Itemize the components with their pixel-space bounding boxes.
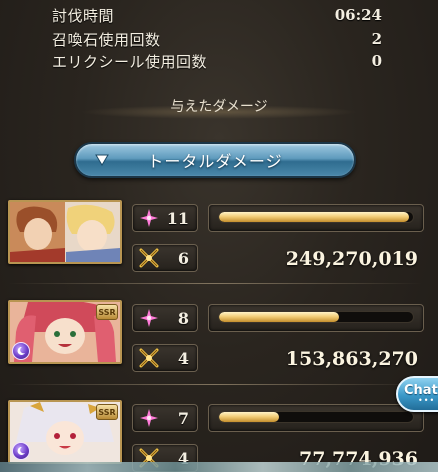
- row-divider-2: [8, 384, 422, 385]
- damage-value-1: 249,270,019: [285, 248, 418, 270]
- damage-section-title: 与えたダメージ: [0, 96, 438, 120]
- bottom-decoration-strip: [0, 462, 438, 472]
- dark-element-icon: [12, 342, 30, 360]
- damage-type-dropdown-label: トータルダメージ: [147, 152, 283, 171]
- damage-bar-track-3: [218, 411, 414, 423]
- skill-count-3: 7: [177, 408, 189, 428]
- ssr-badge-3: SSR: [96, 404, 118, 420]
- crossed-swords-icon: [138, 347, 160, 369]
- damage-bar-fill-2: [219, 312, 340, 322]
- pink-star-icon: [138, 307, 160, 329]
- crossed-swords-icon: [138, 247, 160, 269]
- damage-bar-frame-2: [208, 304, 424, 332]
- skill-count-box-1: 11: [132, 204, 198, 232]
- skill-count-box-3: 7: [132, 404, 198, 432]
- damage-bar-frame-1: [208, 204, 424, 232]
- character-portrait-2[interactable]: SSR: [8, 300, 122, 364]
- stat-row-elixirs-used: エリクシール使用回数 0: [52, 50, 382, 72]
- character-row-1: 11 6 249,270,019: [8, 200, 438, 280]
- attack-count-1: 6: [177, 248, 189, 268]
- pink-star-icon: [138, 207, 160, 229]
- battle-time-value: 06:24: [334, 6, 382, 24]
- damage-section-title-text: 与えたダメージ: [170, 99, 268, 115]
- pink-star-icon: [138, 407, 160, 429]
- damage-bar-track-2: [218, 311, 414, 323]
- attack-count-box-2: 4: [132, 344, 198, 372]
- skill-count-2: 8: [177, 308, 189, 328]
- stat-row-battle-time: 討伐時間 06:24: [52, 4, 382, 26]
- stat-row-summons-used: 召喚石使用回数 2: [52, 28, 382, 50]
- damage-bar-frame-3: [208, 404, 424, 432]
- skill-count-1: 11: [166, 208, 189, 228]
- attack-count-2: 4: [177, 348, 189, 368]
- character-portrait-1[interactable]: [8, 200, 122, 264]
- chat-dots-icon: •••: [418, 395, 436, 405]
- damage-value-2: 153,863,270: [285, 348, 418, 370]
- damage-bar-track-1: [218, 211, 414, 223]
- chat-button[interactable]: Chat •••: [396, 376, 438, 412]
- summons-used-label: 召喚石使用回数: [52, 30, 161, 49]
- elixirs-used-label: エリクシール使用回数: [52, 52, 208, 71]
- summons-used-value: 2: [371, 30, 382, 48]
- caret-down-icon: [94, 152, 110, 168]
- row-divider-1: [8, 283, 422, 284]
- damage-type-dropdown[interactable]: トータルダメージ: [74, 142, 356, 178]
- damage-bar-fill-3: [219, 412, 280, 422]
- elixirs-used-value: 0: [371, 52, 382, 70]
- ssr-badge-2: SSR: [96, 304, 118, 320]
- attack-count-box-1: 6: [132, 244, 198, 272]
- character-row-2: SSR 8 4 153,863,270: [8, 300, 438, 380]
- chat-button-label: Chat: [404, 382, 438, 398]
- character-portrait-3[interactable]: SSR: [8, 400, 122, 464]
- dark-element-icon: [12, 442, 30, 460]
- skill-count-box-2: 8: [132, 304, 198, 332]
- damage-bar-fill-1: [219, 212, 410, 222]
- battle-time-label: 討伐時間: [52, 6, 115, 25]
